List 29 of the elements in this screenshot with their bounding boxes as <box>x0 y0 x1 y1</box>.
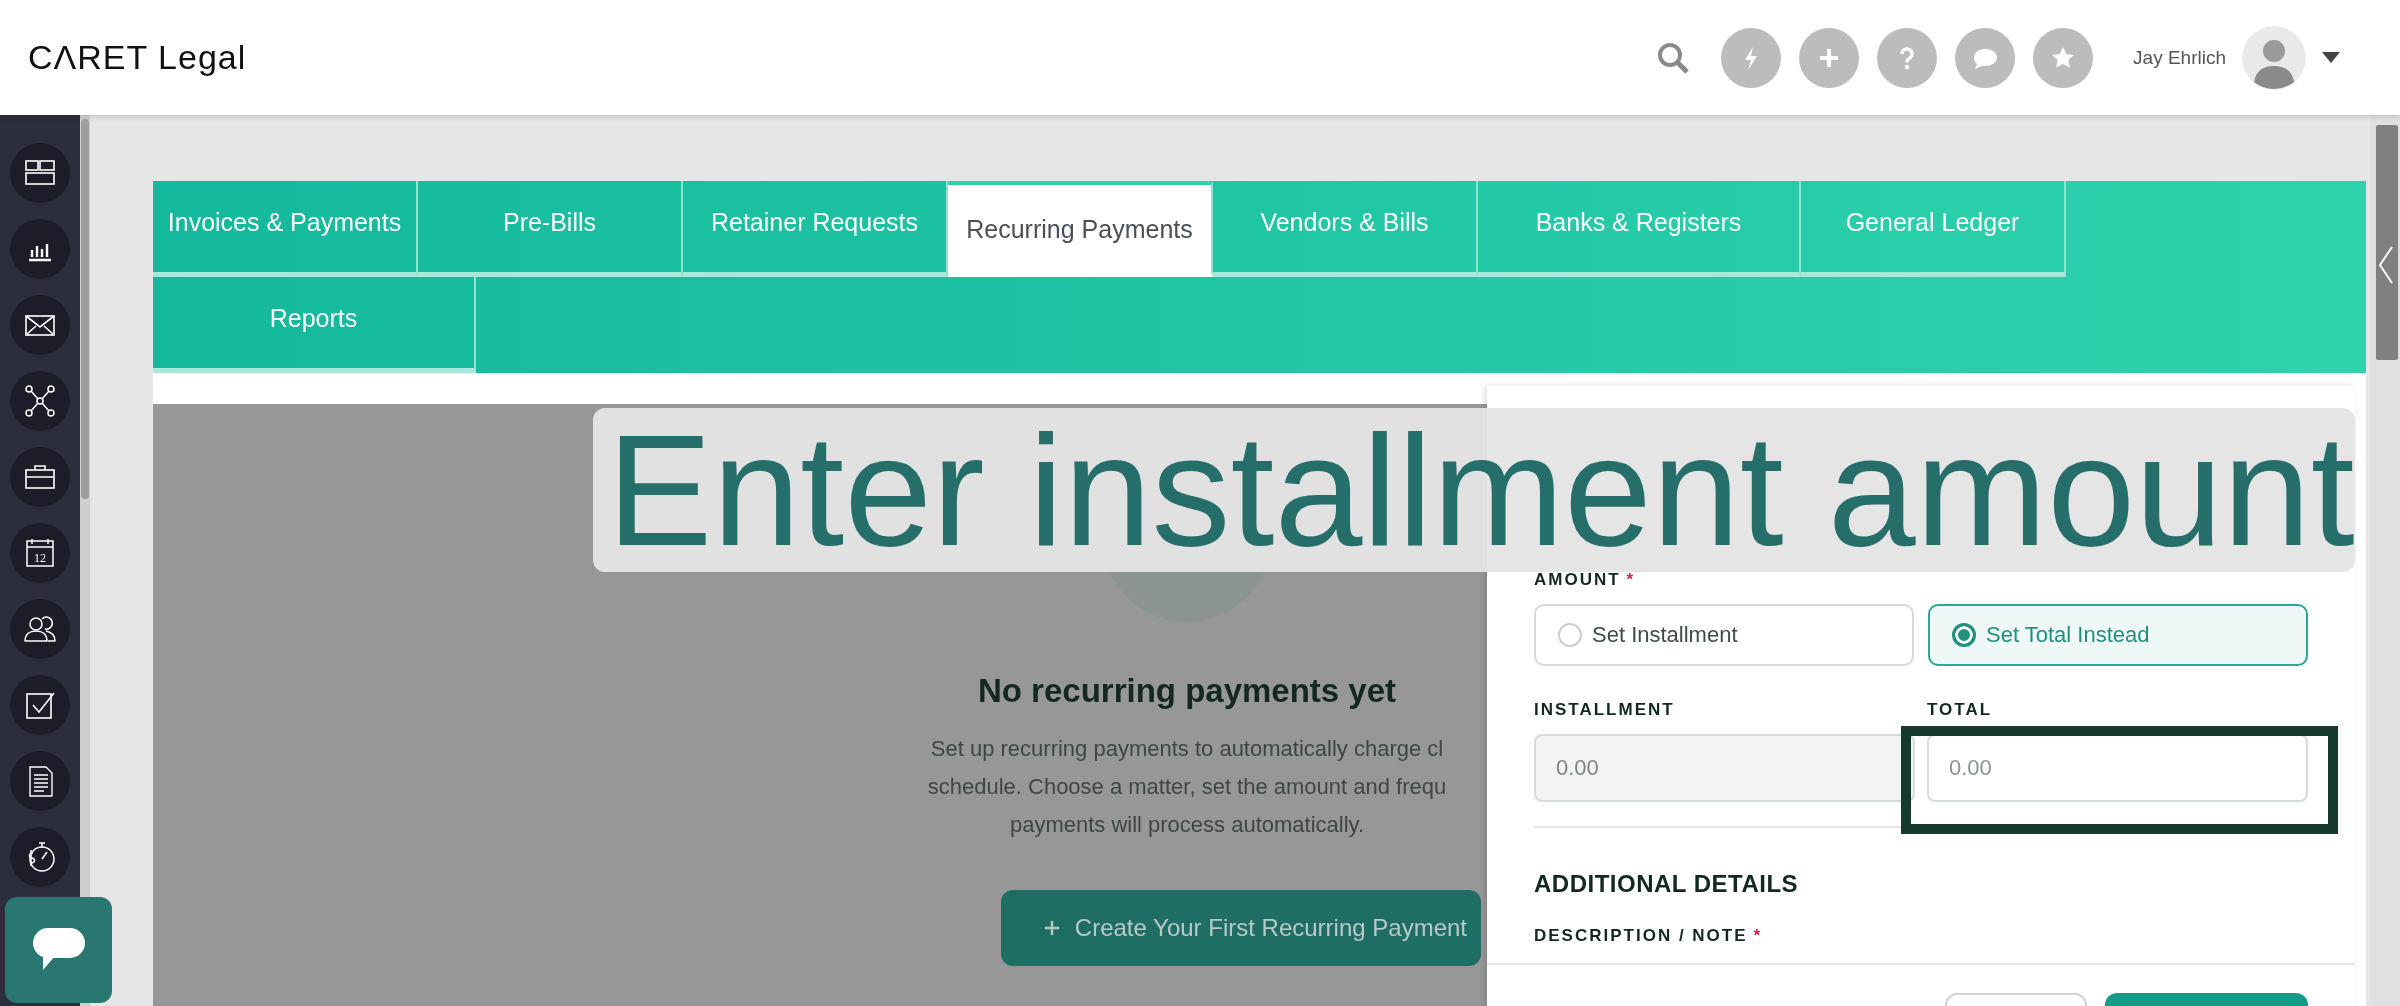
calendar-icon[interactable]: 12 <box>10 523 70 583</box>
tab[interactable]: Banks & Registers <box>1478 181 1801 277</box>
radio-option[interactable]: Set Installment <box>1534 604 1914 666</box>
avatar-icon[interactable] <box>2242 25 2306 90</box>
primary-button[interactable] <box>2105 993 2308 1006</box>
empty-state-title: No recurring payments yet <box>977 672 1397 710</box>
input-field[interactable]: 0.00 <box>1927 734 2308 802</box>
plus-icon <box>1042 919 1061 937</box>
scrollbar-thumb[interactable] <box>81 119 89 499</box>
chevron-left-icon[interactable] <box>2378 245 2394 285</box>
logo[interactable]: CΛRET Legal <box>28 38 247 77</box>
tab[interactable]: Recurring Payments <box>948 181 1213 277</box>
caret-icon[interactable] <box>2322 51 2340 64</box>
create-recurring-payment-button[interactable]: Create Your First Recurring Payment <box>1000 890 1481 966</box>
field-label: TOTAL <box>1927 700 1994 720</box>
radio-option[interactable]: Set Total Instead <box>1928 604 2308 666</box>
user-name[interactable]: Jay Ehrlich <box>2133 46 2226 69</box>
section-title: ADDITIONAL DETAILS <box>1534 870 1800 898</box>
amount-label: AMOUNT * <box>1534 570 1637 590</box>
tab[interactable]: General Ledger <box>1801 181 2066 277</box>
tab[interactable]: Vendors & Bills <box>1213 181 1478 277</box>
chat-widget-button[interactable] <box>5 897 112 1003</box>
empty-state-description: Set up recurring payments to automatically charge cl schedule. Choose a matter, set the amount and frequ payments will process automatically. <box>927 735 1447 839</box>
tab[interactable]: Pre-Bills <box>418 181 683 277</box>
field-label: INSTALLMENT <box>1534 700 1676 720</box>
description-label: DESCRIPTION / NOTE * <box>1534 926 1764 946</box>
scrollbar-thumb[interactable] <box>2376 125 2398 360</box>
tab[interactable]: Invoices & Payments <box>153 181 418 277</box>
caption-overlay: Enter installment amount <box>593 408 2355 572</box>
